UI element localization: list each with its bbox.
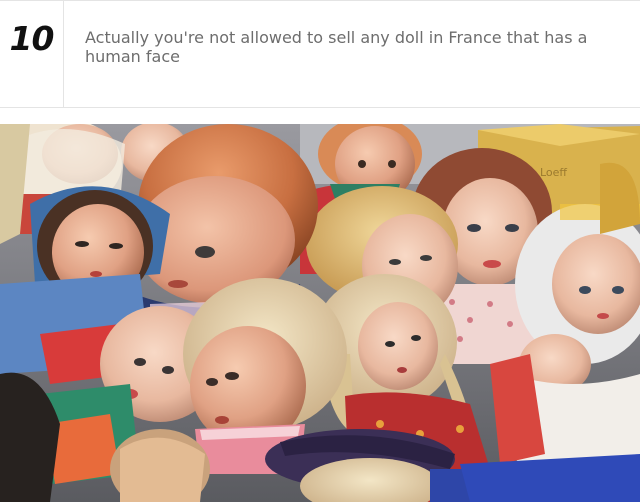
dolls-photo: Loeff (0, 124, 640, 502)
fact-card: 10 Actually you're not allowed to sell a… (0, 0, 640, 108)
svg-text:Loeff: Loeff (540, 166, 567, 179)
fact-text: Actually you're not allowed to sell any … (85, 28, 588, 66)
fact-number: 10 (0, 1, 64, 107)
